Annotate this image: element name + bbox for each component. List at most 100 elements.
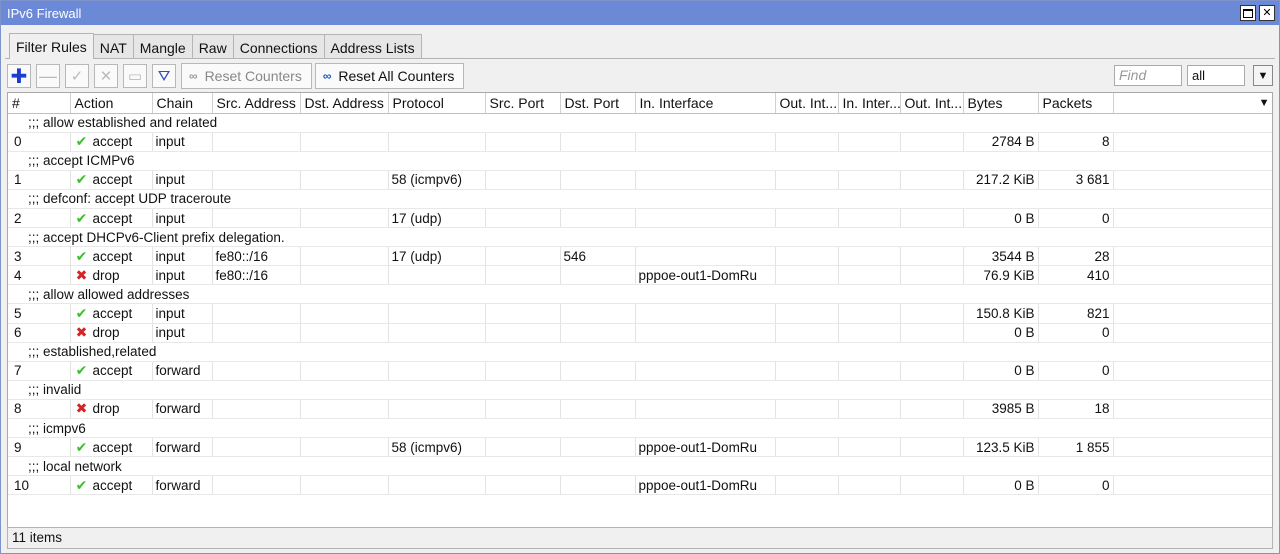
rule-in-interface: pppoe-out1-DomRu: [635, 475, 776, 496]
rule-out-interface: [775, 208, 839, 229]
rule-bytes: 3544 B: [963, 246, 1039, 267]
toolbar: ✚ — ✓ ✕ ▭ ⛛ ∞ Reset Counters ∞ Reset All…: [7, 62, 1273, 90]
check-icon: ✓: [70, 68, 84, 85]
accept-check-icon: ✔: [75, 476, 88, 493]
rule-dst-port: [560, 323, 636, 343]
find-input[interactable]: Find: [1114, 65, 1182, 86]
table-row[interactable]: 3 ✔ accept input fe80::/16 17 (udp) 546 3544 B2…: [8, 246, 1272, 267]
comment-row[interactable]: ;;; icmpv6: [8, 418, 1272, 439]
rule-src-port: [485, 437, 561, 458]
table-row[interactable]: 0 ✔ accept input 2784 B8: [8, 132, 1272, 152]
rule-out-interface-list: [900, 437, 964, 458]
drop-cross-icon: ✖: [75, 400, 88, 417]
accept-check-icon: ✔: [75, 133, 88, 150]
maximize-button[interactable]: [1240, 5, 1256, 21]
col-action[interactable]: Action: [70, 93, 153, 114]
rule-action: ✔ accept: [70, 170, 153, 190]
enable-button[interactable]: ✓: [65, 64, 89, 88]
rule-src-port: [485, 170, 561, 190]
rule-packets: 0: [1038, 208, 1114, 229]
rule-src-address: [212, 303, 301, 324]
col-src-port[interactable]: Src. Port: [485, 93, 561, 114]
remove-button[interactable]: —: [36, 64, 60, 88]
rule-bytes: 0 B: [963, 361, 1039, 381]
rule-protocol: [388, 399, 486, 420]
tab-mangle[interactable]: Mangle: [132, 34, 193, 59]
rule-out-interface: [775, 246, 839, 267]
rule-bytes: 2784 B: [963, 132, 1039, 152]
col-bytes[interactable]: Bytes: [963, 93, 1039, 114]
rule-dst-address: [300, 265, 389, 286]
tab-raw[interactable]: Raw: [191, 34, 234, 59]
rule-out-interface-list: [900, 208, 964, 229]
action-label: accept: [92, 210, 133, 226]
table-row[interactable]: 6 ✖ drop input 0 B0: [8, 323, 1272, 343]
table-row[interactable]: 5 ✔ accept input 150.8 KiB 821: [8, 303, 1272, 324]
rule-number: 7: [8, 361, 71, 381]
rule-protocol: [388, 132, 486, 152]
rule-in-interface-list: [838, 323, 901, 343]
col-chain[interactable]: Chain: [152, 93, 213, 114]
reset-counters-button[interactable]: ∞ Reset Counters: [181, 63, 312, 89]
comment-row[interactable]: ;;; accept ICMPv6: [8, 151, 1272, 171]
rule-action: ✔ accept: [70, 437, 153, 458]
titlebar[interactable]: IPv6 Firewall ✕: [1, 1, 1279, 25]
table-row[interactable]: 7 ✔ accept forward 0 B0: [8, 361, 1272, 381]
comment-row[interactable]: ;;; invalid: [8, 380, 1272, 400]
rule-comment: ;;; accept DHCPv6-Client prefix delegati…: [8, 227, 1272, 248]
table-row[interactable]: 8 ✖ drop forward 3985 B 18: [8, 399, 1272, 420]
col-packets[interactable]: Packets: [1038, 93, 1114, 114]
rule-filler: [1113, 475, 1272, 496]
table-row[interactable]: 10 ✔ accept forward pppoe-out1-DomRu 0 B0: [8, 475, 1272, 496]
comment-button[interactable]: ▭: [123, 64, 147, 88]
tab-nat[interactable]: NAT: [92, 34, 134, 59]
comment-row[interactable]: ;;; accept DHCPv6-Client prefix delegati…: [8, 227, 1272, 248]
col-dst-address[interactable]: Dst. Address: [300, 93, 389, 114]
rule-filler: [1113, 170, 1272, 190]
table-row[interactable]: 4 ✖ drop input fe80::/16 pppoe-out1-DomRu 76.9…: [8, 265, 1272, 286]
col-out-interface[interactable]: Out. Int...: [775, 93, 839, 114]
filter-dropdown-button[interactable]: ▼: [1253, 65, 1273, 86]
col-dst-port[interactable]: Dst. Port: [560, 93, 636, 114]
table-row[interactable]: 9 ✔ accept forward 58 (icmpv6) pppoe-out1-Dom…: [8, 437, 1272, 458]
col-number[interactable]: #: [8, 93, 71, 114]
rule-src-port: [485, 246, 561, 267]
accept-check-icon: ✔: [75, 438, 88, 455]
comment-row[interactable]: ;;; established,related: [8, 342, 1272, 362]
col-menu[interactable]: ▼: [1113, 93, 1272, 114]
disable-button[interactable]: ✕: [94, 64, 118, 88]
rule-in-interface-list: [838, 399, 901, 420]
action-label: accept: [92, 305, 133, 321]
rule-dst-port: [560, 170, 636, 190]
comment-row[interactable]: ;;; allow allowed addresses: [8, 284, 1272, 305]
col-protocol[interactable]: Protocol: [388, 93, 486, 114]
comment-row[interactable]: ;;; defconf: accept UDP traceroute: [8, 189, 1272, 209]
add-button[interactable]: ✚: [7, 64, 31, 88]
action-label: accept: [92, 477, 133, 493]
col-src-address[interactable]: Src. Address: [212, 93, 301, 114]
rule-dst-port: [560, 132, 636, 152]
rule-protocol: [388, 475, 486, 496]
reset-icon: ∞: [189, 69, 198, 83]
rule-out-interface: [775, 132, 839, 152]
rule-src-port: [485, 399, 561, 420]
tab-connections[interactable]: Connections: [232, 34, 325, 59]
rule-protocol: 17 (udp): [388, 246, 486, 267]
table-row[interactable]: 1 ✔ accept input 58 (icmpv6) 217.2 KiB 3 681: [8, 170, 1272, 190]
col-in-interface-list[interactable]: In. Inter...: [838, 93, 901, 114]
col-out-interface-list[interactable]: Out. Int...: [900, 93, 964, 114]
table-row[interactable]: 2 ✔ accept input 17 (udp) 0 B0: [8, 208, 1272, 229]
filter-button[interactable]: ⛛: [152, 64, 176, 88]
close-button[interactable]: ✕: [1259, 5, 1275, 21]
filter-select[interactable]: all: [1187, 65, 1245, 86]
reset-all-counters-button[interactable]: ∞ Reset All Counters: [314, 63, 465, 89]
tab-address-lists[interactable]: Address Lists: [323, 34, 422, 59]
rule-in-interface: [635, 246, 776, 267]
rule-action: ✔ accept: [70, 132, 153, 152]
rule-dst-port: [560, 303, 636, 324]
comment-row[interactable]: ;;; allow established and related: [8, 113, 1272, 133]
col-in-interface[interactable]: In. Interface: [635, 93, 776, 114]
rule-src-address: [212, 361, 301, 381]
comment-row[interactable]: ;;; local network: [8, 456, 1272, 477]
tab-filter-rules[interactable]: Filter Rules: [9, 33, 94, 59]
